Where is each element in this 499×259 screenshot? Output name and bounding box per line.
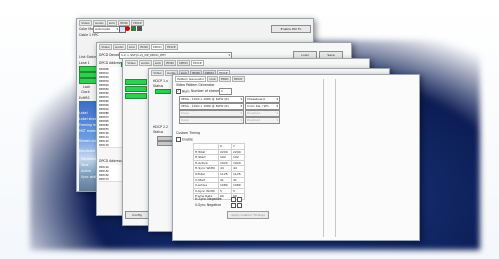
label-2: Lane 1 — [79, 61, 90, 65]
checkbox-icon[interactable] — [176, 137, 181, 142]
tab-video[interactable]: Video — [99, 44, 112, 50]
resolution-select[interactable]: Deep ▾ — [179, 110, 244, 117]
custom-timing-table: 0 1 H-Total 2200 2200 H-Start 192 192 H-Acti… — [193, 143, 245, 200]
hsync-negative-checkbox[interactable] — [231, 197, 236, 202]
vsync-negative-checkbox[interactable] — [237, 203, 242, 208]
color-mode-select[interactable]: Automatic ▾ — [93, 26, 120, 33]
section-title: Video Pattern Generator — [176, 83, 215, 87]
config-button[interactable]: Config — [125, 211, 149, 219]
tab-bar: Video Audio Link EDID DPCD HDCP — [125, 60, 204, 66]
streams-label: Number of streams — [191, 89, 222, 93]
streams-spinner[interactable]: 1 — [219, 88, 232, 95]
play-icon[interactable] — [131, 26, 136, 31]
tab-video[interactable]: Video — [79, 20, 92, 26]
tab-bar: Video Audio Link EDID DPCD HDCP — [99, 44, 178, 50]
status-indicator — [125, 79, 147, 85]
pattern-select[interactable]: Disabled ▾ — [245, 110, 280, 117]
label-active: Active — [81, 169, 91, 173]
resolution-select[interactable]: VESA : 1920 x 1080 @ 60Hz (R) ▾ — [179, 103, 244, 110]
label-mst: MST mode — [79, 129, 96, 133]
stop-icon[interactable] — [137, 26, 142, 31]
pattern-select[interactable]: Disabled ▾ — [245, 117, 280, 124]
tab-audio[interactable]: Audio — [138, 60, 152, 66]
tab-video[interactable]: Video — [151, 70, 164, 76]
status-label: Status — [153, 84, 164, 88]
table-cell: H-Sync Width — [193, 165, 219, 172]
tab-dpcd[interactable]: DPCD — [151, 44, 164, 50]
checkbox-icon[interactable] — [176, 89, 181, 94]
tab-dpcd[interactable]: DPCD — [177, 60, 190, 66]
tab-link[interactable]: Link — [152, 60, 164, 66]
pattern-select[interactable]: Chessboard ▾ — [245, 96, 280, 103]
tab-link[interactable]: Link — [126, 44, 138, 50]
enable-checkbox[interactable]: Enable — [176, 137, 193, 142]
tab-edid[interactable]: EDID — [138, 44, 150, 50]
dpcd-address-label: DPCD Address — [99, 159, 122, 163]
hdcp2-label: HDCP 2.2 — [153, 125, 169, 129]
label-0: Cable 1 HPC — [79, 33, 99, 37]
panel-divider — [335, 79, 336, 237]
label-total: Total — [81, 163, 89, 167]
record-icon[interactable] — [125, 26, 130, 31]
tab-pattern-generator[interactable]: Pattern Generator — [175, 76, 207, 82]
label-lock: Lock — [83, 85, 91, 89]
mst-checkbox[interactable]: Num — [176, 89, 190, 94]
vsync-negative-label: V-Sync Negative — [195, 203, 222, 207]
hsync-negative-checkbox[interactable] — [237, 197, 242, 202]
tab-hdcp[interactable]: HDCP — [190, 60, 204, 66]
tab-hdcp[interactable]: HDCP — [164, 44, 178, 50]
status2-label: Status — [153, 130, 164, 134]
tab-audio[interactable]: Audio — [112, 44, 126, 50]
tab-link[interactable]: Link — [207, 76, 218, 82]
tab-video[interactable]: Video — [125, 60, 138, 66]
tab-edid[interactable]: EDID — [218, 76, 231, 82]
resolution-select[interactable]: VESA : 1920 x 1080 @ 60Hz (R) ▾ — [179, 96, 244, 103]
status-indicator — [125, 86, 147, 92]
table-cell: V-Sync Width — [193, 187, 219, 195]
status-indicator — [125, 93, 147, 99]
tab-hdcp[interactable]: HDCP — [231, 76, 245, 82]
apply-custom-timings-button[interactable]: Apply Custom Timings — [227, 211, 269, 219]
tab-edid[interactable]: EDID — [164, 60, 176, 66]
label-evhrs: EvHRS — [79, 96, 90, 100]
label-clock: Clock — [81, 90, 90, 94]
label-lbl: Label — [79, 111, 88, 115]
label-1: Link Status — [79, 55, 97, 59]
hsync-negative-label: H-Sync Negative — [195, 197, 222, 201]
pattern-select[interactable]: Color bar / Wh ▾ — [245, 103, 280, 110]
label-horizontal: Horizontal — [81, 157, 98, 161]
resolution-select[interactable]: Deep ▾ — [179, 117, 244, 124]
hdcp1-label: HDCP 1.x — [153, 79, 168, 83]
tab-bar: Pattern Generator Link EDID HDCP — [175, 76, 245, 82]
panel-divider — [323, 79, 324, 237]
dpcd-address-header: DPCD Address — [99, 61, 122, 65]
vsync-negative-checkbox[interactable] — [231, 203, 236, 208]
status-indicator — [155, 89, 171, 94]
window-pattern-generator[interactable]: Pattern Generator Link EDID HDCP Video P… — [172, 74, 420, 241]
custom-timing-title: Custom Timing — [176, 131, 200, 135]
enable-pio-button[interactable]: Enable PIO Fo — [271, 25, 311, 33]
